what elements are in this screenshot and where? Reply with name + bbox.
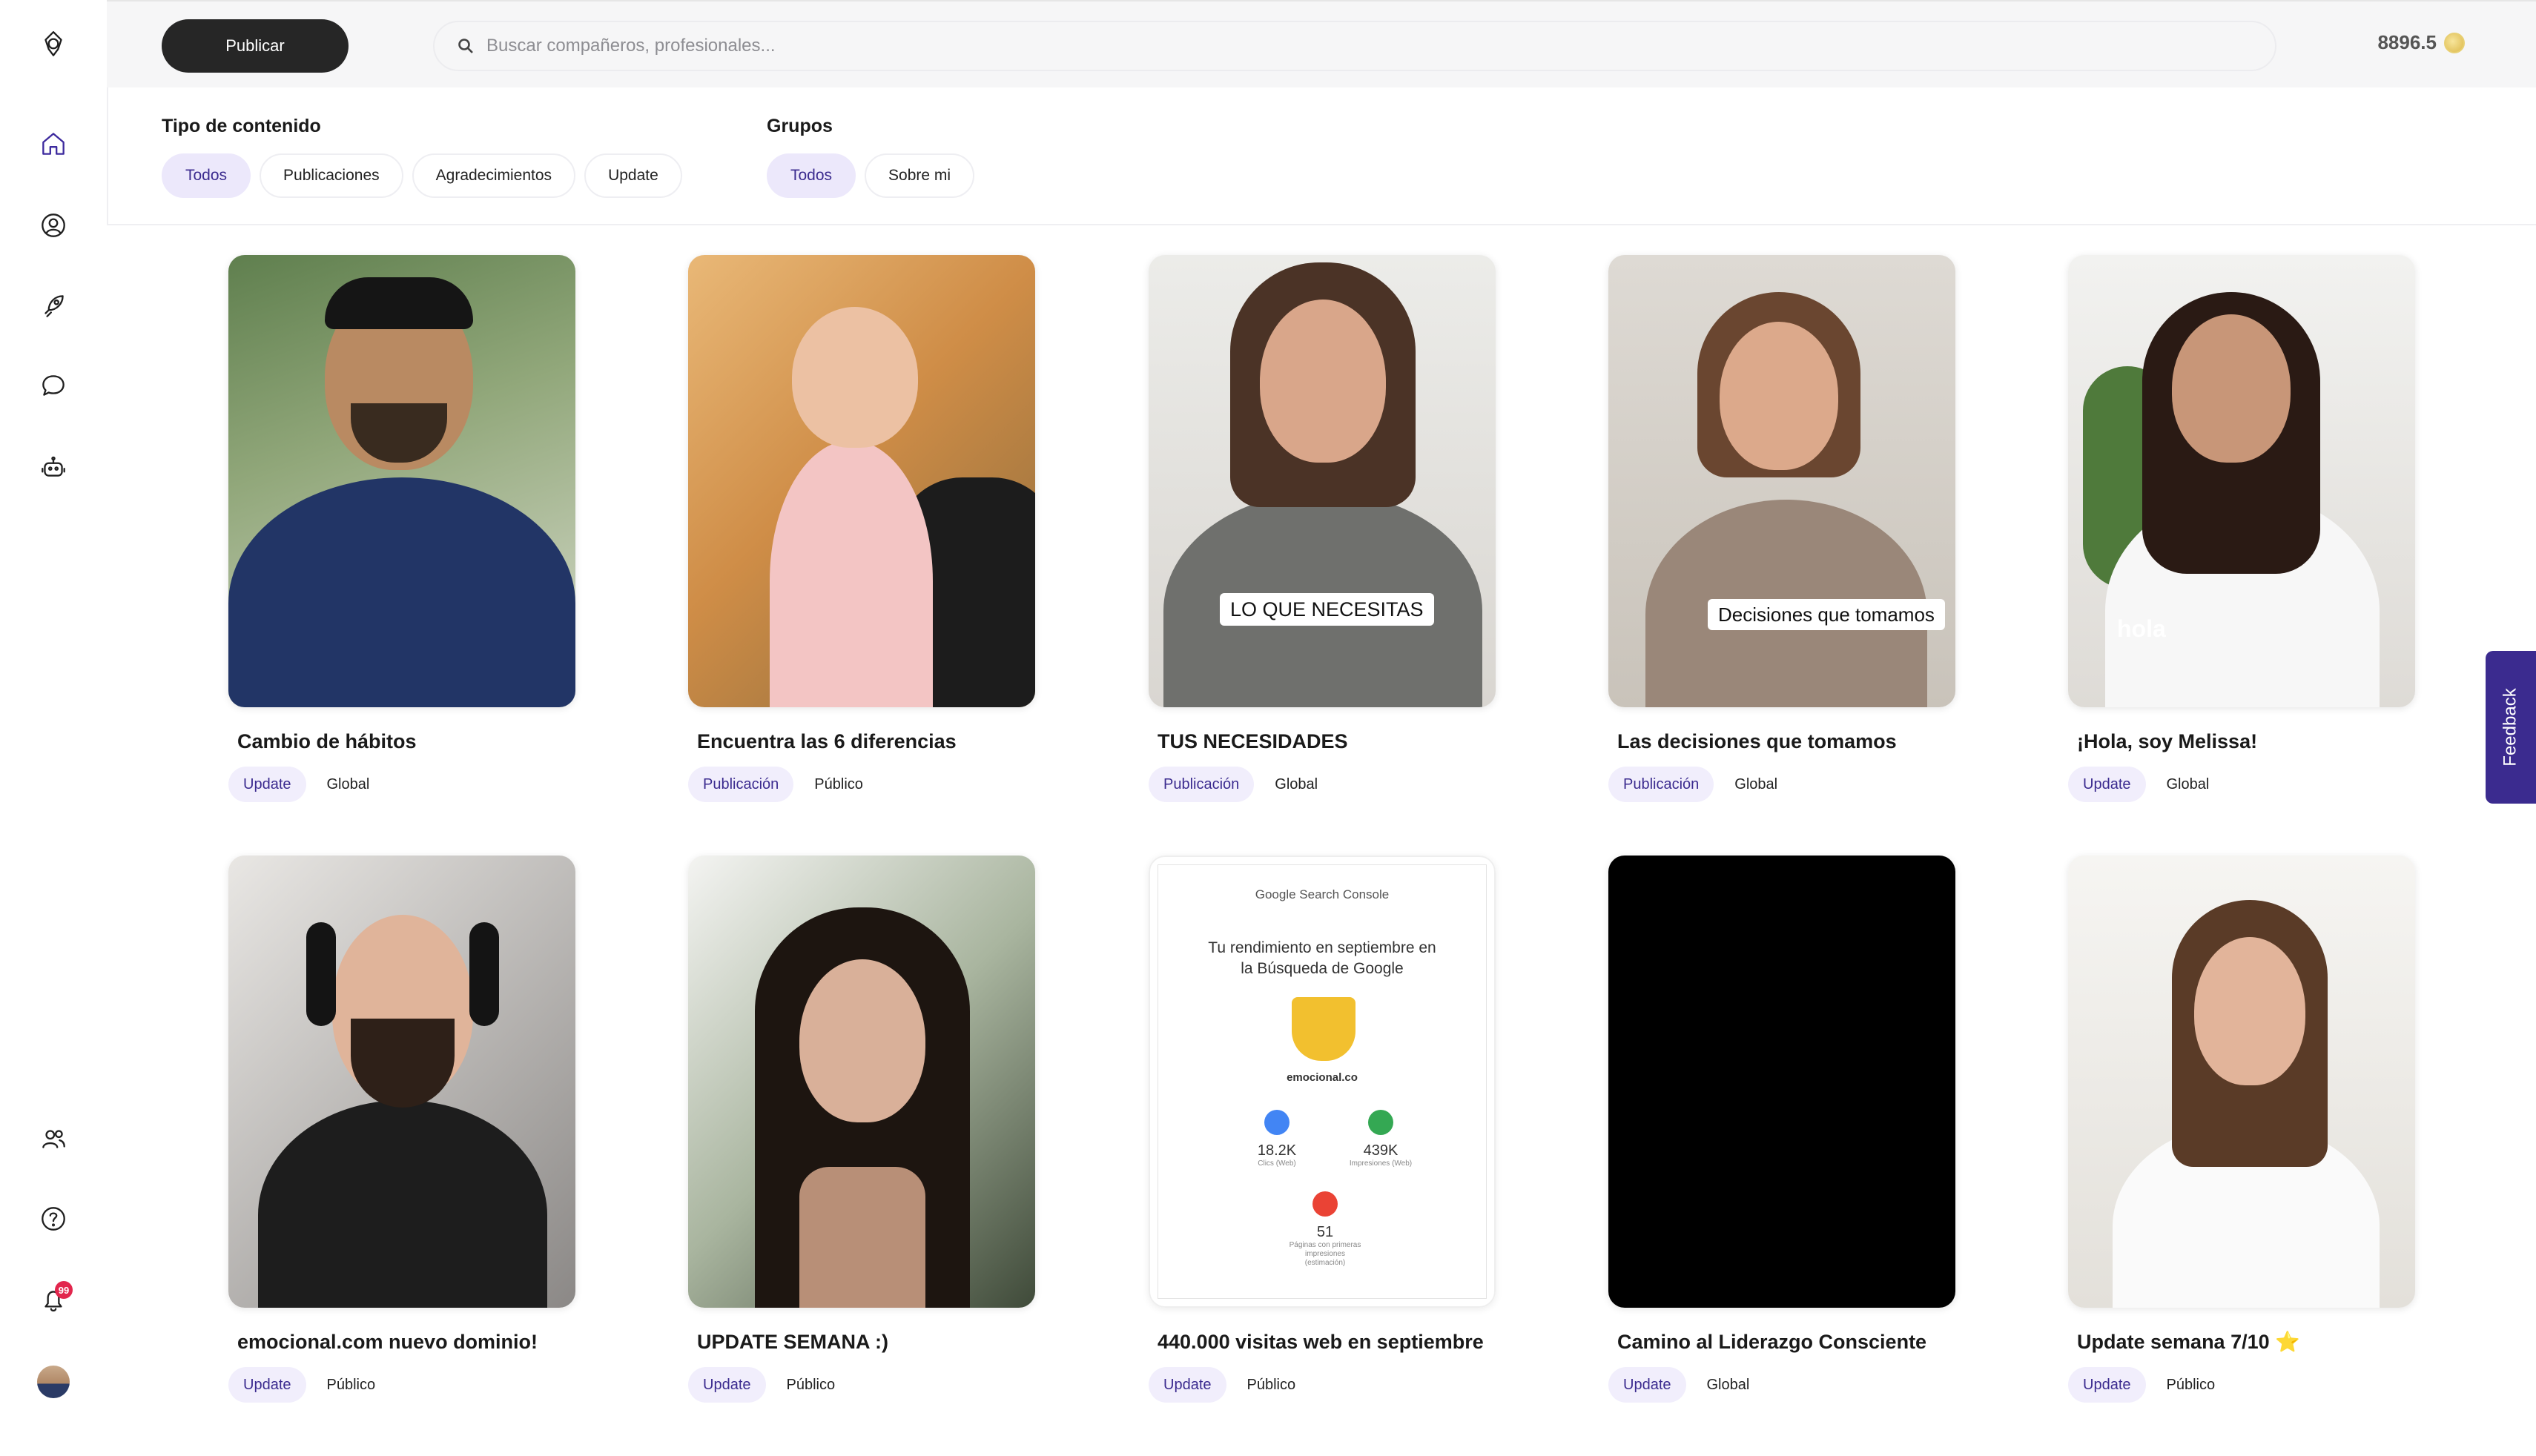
feed-card[interactable]: hola ¡Hola, soy Melissa! Update Global <box>2068 255 2415 802</box>
search-console-headline: Tu rendimiento en septiembre en la Búsqu… <box>1208 939 1436 977</box>
card-thumbnail[interactable] <box>688 856 1035 1308</box>
card-title[interactable]: Camino al Liderazgo Consciente <box>1617 1327 1955 1357</box>
card-title[interactable]: Cambio de hábitos <box>237 727 575 756</box>
feed-card[interactable]: Cambio de hábitos Update Global <box>228 255 575 802</box>
help-icon[interactable] <box>33 1198 74 1240</box>
feedback-label: Feedback <box>2500 688 2520 767</box>
card-title[interactable]: emocional.com nuevo dominio! <box>237 1327 575 1357</box>
feed-card[interactable]: Update semana 7/10 ⭐ Update Público <box>2068 856 2415 1403</box>
coin-icon <box>2444 32 2465 53</box>
card-scope-tag: Público <box>786 1376 836 1393</box>
groups-title: Grupos <box>767 116 833 136</box>
feed-card[interactable]: Decisiones que tomamos Las decisiones qu… <box>1608 255 1955 802</box>
card-type-tag: Update <box>1608 1367 1686 1403</box>
feed-card[interactable]: Encuentra las 6 diferencias Publicación … <box>688 255 1035 802</box>
card-overlay-text: Decisiones que tomamos <box>1708 599 1945 630</box>
card-title[interactable]: Update semana 7/10 ⭐ <box>2077 1327 2415 1357</box>
groups-chip-all[interactable]: Todos <box>767 153 856 198</box>
card-scope-tag: Global <box>326 775 370 792</box>
card-title[interactable]: Encuentra las 6 diferencias <box>697 727 1035 756</box>
card-thumbnail[interactable] <box>1608 856 1955 1308</box>
card-type-tag: Update <box>2068 767 2146 802</box>
content-type-chip-publications[interactable]: Publicaciones <box>260 153 403 198</box>
card-title[interactable]: 440.000 visitas web en septiembre <box>1158 1327 1496 1357</box>
profile-icon[interactable] <box>33 205 74 246</box>
card-thumbnail[interactable] <box>2068 856 2415 1308</box>
card-title[interactable]: ¡Hola, soy Melissa! <box>2077 727 2415 756</box>
card-thumbnail[interactable]: Decisiones que tomamos <box>1608 255 1955 707</box>
app-logo-icon[interactable] <box>33 24 74 65</box>
content-type-chip-all[interactable]: Todos <box>162 153 251 198</box>
card-overlay-text: hola <box>2117 615 2166 642</box>
coin-balance-value: 8896.5 <box>2377 31 2437 53</box>
card-type-tag: Update <box>228 767 306 802</box>
content-type-filter: Tipo de contenido Todos Publicaciones Ag… <box>162 116 682 198</box>
card-type-tag: Publicación <box>1608 767 1714 802</box>
content-type-chip-update[interactable]: Update <box>584 153 682 198</box>
stat-impressions: 439K Impresiones (Web) <box>1336 1110 1425 1168</box>
card-scope-tag: Público <box>1246 1376 1296 1393</box>
publish-button[interactable]: Publicar <box>162 19 349 73</box>
feed-grid: Cambio de hábitos Update Global Encuentr… <box>108 227 2536 1456</box>
card-title[interactable]: Las decisiones que tomamos <box>1617 727 1955 756</box>
coin-balance[interactable]: 8896.5 <box>2377 31 2465 54</box>
chat-icon[interactable] <box>33 365 74 406</box>
feed-card[interactable]: emocional.com nuevo dominio! Update Públ… <box>228 856 575 1403</box>
rocket-icon[interactable] <box>33 285 74 326</box>
top-bar: Publicar 8896.5 <box>107 0 2536 87</box>
content-type-title: Tipo de contenido <box>162 116 321 136</box>
card-type-tag: Update <box>688 1367 766 1403</box>
card-title[interactable]: UPDATE SEMANA :) <box>697 1327 1035 1357</box>
feedback-tab[interactable]: Feedback <box>2486 651 2536 804</box>
groups-filter: Grupos Todos Sobre mi <box>767 116 975 198</box>
card-overlay-text: LO QUE NECESITAS <box>1220 593 1434 626</box>
card-type-tag: Publicación <box>688 767 794 802</box>
card-scope-tag: Global <box>1734 775 1778 792</box>
card-scope-tag: Público <box>326 1376 376 1393</box>
trophy-icon <box>1292 997 1355 1061</box>
community-icon[interactable] <box>33 1118 74 1159</box>
notifications-icon[interactable]: 99 <box>33 1280 74 1321</box>
card-type-tag: Publicación <box>1149 767 1255 802</box>
card-scope-tag: Global <box>1706 1376 1750 1393</box>
user-avatar[interactable] <box>37 1366 70 1398</box>
search-console-report: Google Search Console Tu rendimiento en … <box>1149 856 1496 1308</box>
search-input[interactable] <box>486 36 2192 56</box>
notifications-badge: 99 <box>55 1281 73 1299</box>
content-type-chip-thanks[interactable]: Agradecimientos <box>412 153 576 198</box>
card-thumbnail[interactable]: Google Search Console Tu rendimiento en … <box>1149 856 1496 1308</box>
card-thumbnail[interactable]: LO QUE NECESITAS <box>1149 255 1496 707</box>
feed-card[interactable]: LO QUE NECESITAS TUS NECESIDADES Publica… <box>1149 255 1496 802</box>
home-icon[interactable] <box>33 123 74 165</box>
card-scope-tag: Global <box>2166 775 2210 792</box>
card-type-tag: Update <box>2068 1367 2146 1403</box>
search-bar[interactable] <box>433 21 2276 71</box>
card-thumbnail[interactable]: hola <box>2068 255 2415 707</box>
sidebar: 99 <box>0 0 107 1456</box>
feed-card[interactable]: Google Search Console Tu rendimiento en … <box>1149 856 1496 1403</box>
card-scope-tag: Global <box>1275 775 1318 792</box>
card-thumbnail[interactable] <box>228 255 575 707</box>
bot-icon[interactable] <box>33 446 74 488</box>
groups-chip-about-me[interactable]: Sobre mi <box>865 153 975 198</box>
feed-card[interactable]: UPDATE SEMANA :) Update Público <box>688 856 1035 1403</box>
card-scope-tag: Público <box>2166 1376 2216 1393</box>
card-type-tag: Update <box>1149 1367 1226 1403</box>
stat-clicks: 18.2K Clics (Web) <box>1240 1110 1314 1168</box>
card-scope-tag: Público <box>814 775 863 792</box>
stat-pages: 51 Páginas con primeras impresiones (est… <box>1284 1191 1366 1268</box>
card-thumbnail[interactable] <box>688 255 1035 707</box>
search-console-domain: emocional.co <box>1287 1071 1358 1084</box>
feed-card[interactable]: Camino al Liderazgo Consciente Update Gl… <box>1608 856 1955 1403</box>
card-type-tag: Update <box>228 1367 306 1403</box>
card-thumbnail[interactable] <box>228 856 575 1308</box>
search-icon <box>458 39 473 53</box>
search-console-logo: Google Search Console <box>1255 887 1390 901</box>
filters-panel: Tipo de contenido Todos Publicaciones Ag… <box>107 87 2536 225</box>
card-title[interactable]: TUS NECESIDADES <box>1158 727 1496 756</box>
